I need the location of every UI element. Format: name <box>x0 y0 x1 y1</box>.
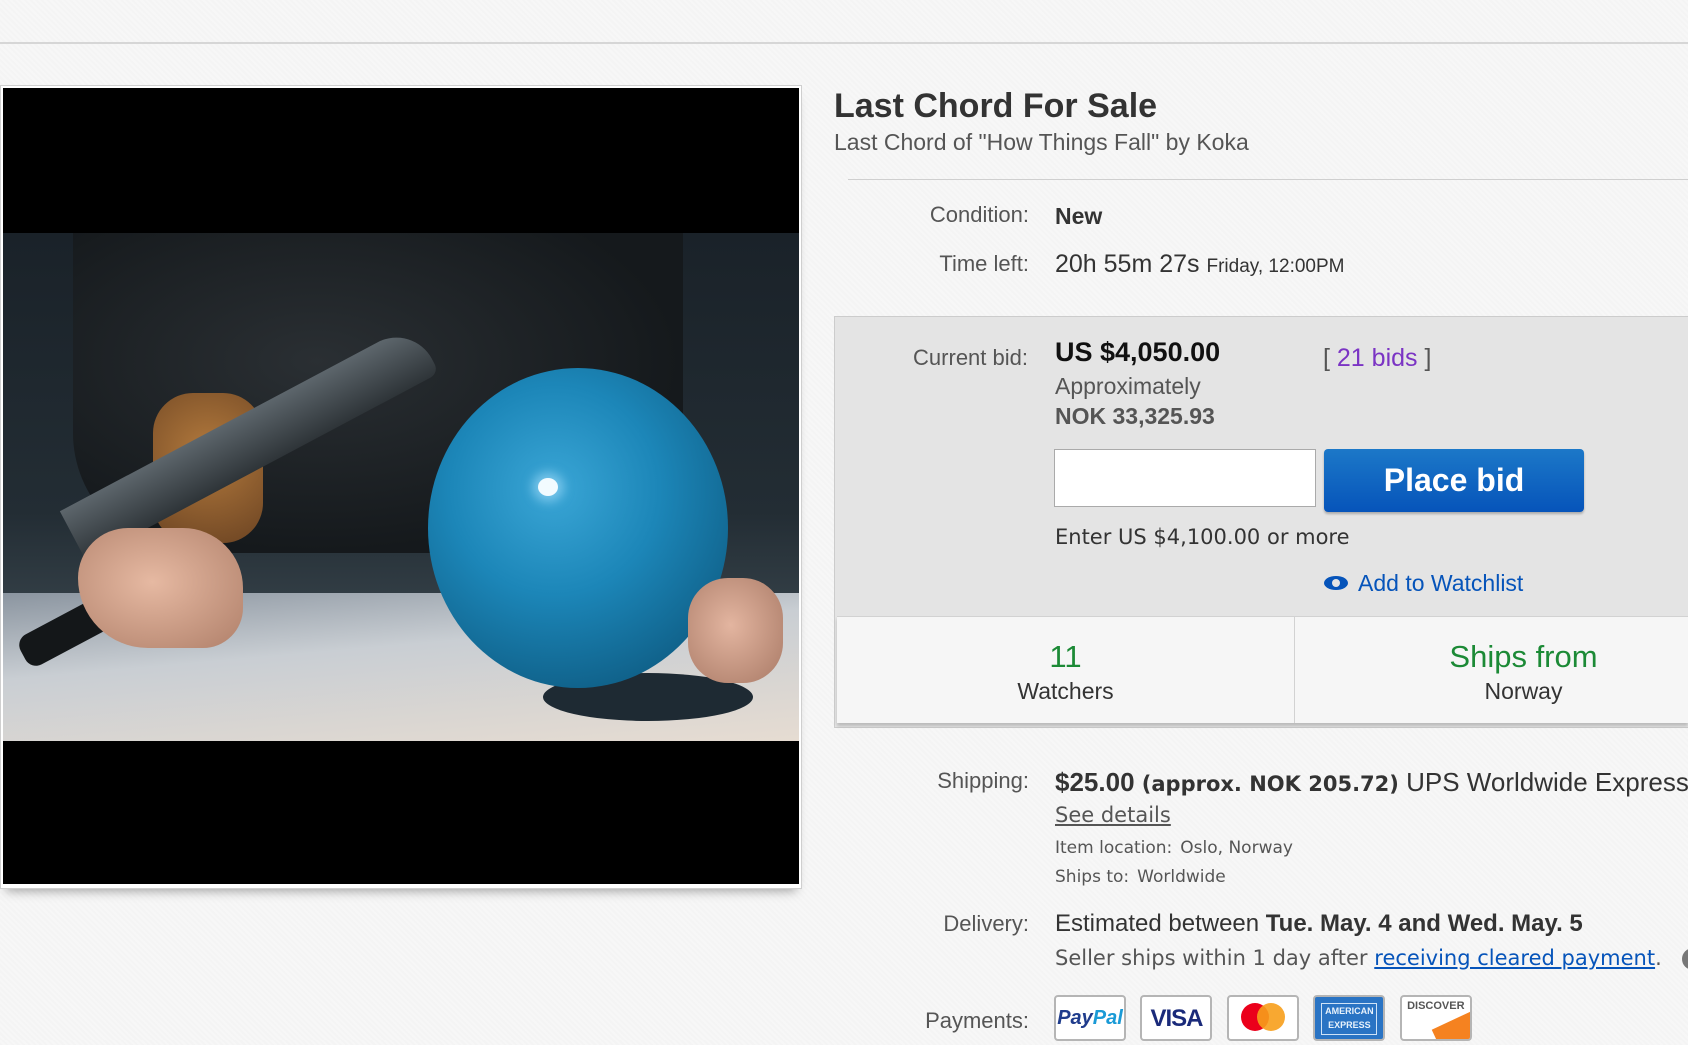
ships-from-title: Ships from <box>1449 639 1598 674</box>
mastercard-icon <box>1226 995 1299 1041</box>
shipping-service: UPS Worldwide Express | <box>1406 767 1688 797</box>
eye-icon <box>1324 575 1348 590</box>
time-left: 20h 55m 27s Friday, 12:00PM <box>1055 250 1344 279</box>
current-bid-value: US $4,050.00 <box>1055 337 1221 367</box>
delivery-prefix: Estimated between <box>1055 910 1260 937</box>
watchers-label: Watchers <box>1017 678 1114 704</box>
watchers-count: 11 <box>1049 639 1082 674</box>
delivery-range: Tue. May. 4 and Wed. May. 5 <box>1265 910 1583 937</box>
condition-label: Condition: <box>929 202 1029 227</box>
ships-to-value: Worldwide <box>1137 867 1226 887</box>
product-image-frame[interactable] <box>0 85 802 889</box>
item-location: Item location: Oslo, Norway <box>1055 838 1293 858</box>
shipping-price: $25.00 <box>1055 767 1135 797</box>
delivery-label: Delivery: <box>943 911 1029 936</box>
watchlist-label: Add to Watchlist <box>1358 570 1524 596</box>
discover-icon: DISCOVER <box>1399 995 1472 1041</box>
approx-label: Approximately <box>1055 373 1201 399</box>
delivery-estimate: Estimated between Tue. May. 4 and Wed. M… <box>1055 910 1583 938</box>
condition-value: New <box>1055 203 1103 229</box>
bid-count: [ 21 bids ] <box>1323 344 1431 373</box>
shipping-approx: (approx. NOK 205.72) <box>1141 772 1399 796</box>
image-scene <box>3 233 799 741</box>
place-bid-button[interactable]: Place bid <box>1324 449 1584 512</box>
see-details-link[interactable]: See details <box>1055 803 1171 827</box>
product-image <box>3 88 799 884</box>
title-divider <box>848 179 1688 180</box>
bid-count-open-bracket: [ <box>1323 344 1330 372</box>
ships-from-stat: Ships from Norway <box>1295 617 1688 723</box>
bid-count-close-bracket: ] <box>1424 344 1432 372</box>
visa-icon: VISA <box>1140 995 1213 1041</box>
item-location-label: Item location: <box>1055 838 1173 858</box>
payments-label: Payments: <box>925 1008 1029 1033</box>
stats-bar: 11 Watchers Ships from Norway <box>837 616 1688 723</box>
shipping-label: Shipping: <box>937 768 1029 793</box>
seller-handling-text: Seller ships within 1 day after <box>1055 946 1368 970</box>
amex-icon: AMERICAN EXPRESS <box>1313 995 1386 1041</box>
approx-value: NOK 33,325.93 <box>1055 403 1215 429</box>
shipping-info: $25.00 (approx. NOK 205.72) UPS Worldwid… <box>1055 767 1688 798</box>
help-icon[interactable]: ? <box>1682 948 1688 970</box>
end-time: Friday, 12:00PM <box>1206 256 1345 277</box>
item-location-value: Oslo, Norway <box>1180 838 1293 858</box>
seller-handling: Seller ships within 1 day after receivin… <box>1055 946 1688 970</box>
header-divider <box>0 42 1688 44</box>
bid-history-link[interactable]: 21 bids <box>1337 344 1418 372</box>
ships-from-value: Norway <box>1484 678 1563 704</box>
watchers-stat: 11 Watchers <box>837 617 1295 723</box>
min-bid-hint: Enter US $4,100.00 or more <box>1055 525 1350 549</box>
ships-to: Ships to: Worldwide <box>1055 867 1226 887</box>
item-subtitle: Last Chord of "How Things Fall" by Koka <box>834 129 1249 155</box>
payment-methods: PayPal VISA AMERICAN EXPRESS DISCOVER <box>1054 995 1482 1045</box>
time-left-label: Time left: <box>939 251 1029 276</box>
bid-amount-input[interactable] <box>1054 449 1316 507</box>
time-left-value: 20h 55m 27s <box>1055 250 1200 278</box>
item-title: Last Chord For Sale <box>834 87 1158 125</box>
cleared-payment-link[interactable]: receiving cleared payment <box>1374 946 1655 970</box>
balloon-shape <box>428 368 728 688</box>
current-bid-label: Current bid: <box>913 345 1028 370</box>
seller-handling-suffix: . <box>1655 946 1662 970</box>
ships-to-label: Ships to: <box>1055 867 1130 887</box>
paypal-icon: PayPal <box>1054 995 1126 1041</box>
add-to-watchlist-link[interactable]: Add to Watchlist <box>1324 570 1523 597</box>
